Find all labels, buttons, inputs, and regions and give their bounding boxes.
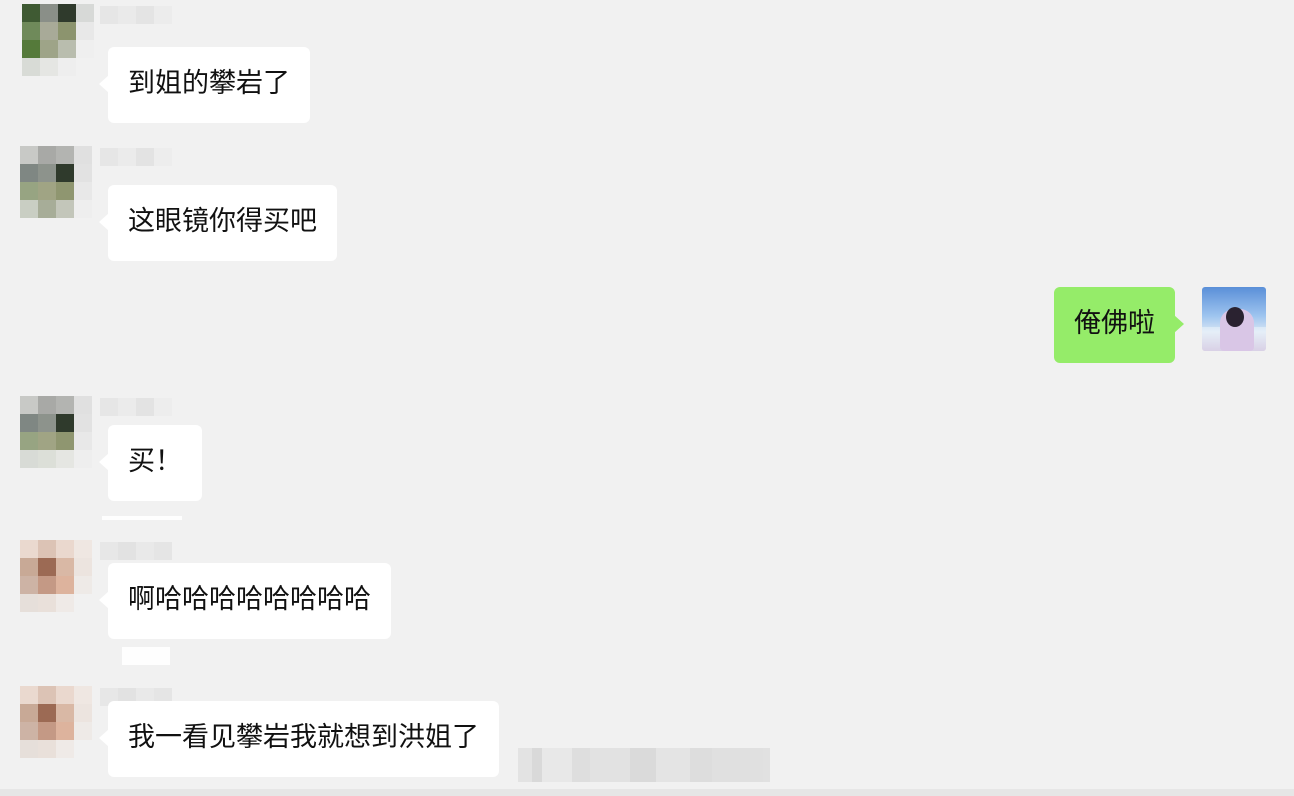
message-bubble[interactable]: 啊哈哈哈哈哈哈哈哈 xyxy=(99,563,391,639)
sender-name-blurred xyxy=(100,148,172,166)
message-bubble[interactable]: 到姐的攀岩了 xyxy=(99,47,310,123)
divider xyxy=(0,789,1294,796)
sender-avatar-icon[interactable] xyxy=(22,4,94,76)
chat-history: 到姐的攀岩了 这眼镜你得买吧 俺佛啦 买！ 啊哈哈哈哈哈哈哈哈 我一看见攀岩我就… xyxy=(0,0,1294,796)
timestamp-blurred xyxy=(102,516,182,520)
timestamp-blurred xyxy=(122,647,170,665)
sender-name-blurred xyxy=(100,6,172,24)
message-bubble[interactable]: 我一看见攀岩我就想到洪姐了 xyxy=(99,701,499,777)
outgoing-message-bubble[interactable]: 俺佛啦 xyxy=(1054,287,1184,363)
message-bubble[interactable]: 买！ xyxy=(99,425,202,501)
sender-avatar-icon[interactable] xyxy=(20,146,92,218)
sender-avatar-icon[interactable] xyxy=(20,396,92,468)
watermark-blurred xyxy=(518,748,770,782)
sender-avatar-icon[interactable] xyxy=(20,686,92,758)
sender-name-blurred xyxy=(100,398,172,416)
sender-name-blurred xyxy=(100,542,172,560)
sender-avatar-icon[interactable] xyxy=(20,540,92,612)
message-bubble[interactable]: 这眼镜你得买吧 xyxy=(99,185,337,261)
self-avatar-icon[interactable] xyxy=(1202,287,1266,351)
